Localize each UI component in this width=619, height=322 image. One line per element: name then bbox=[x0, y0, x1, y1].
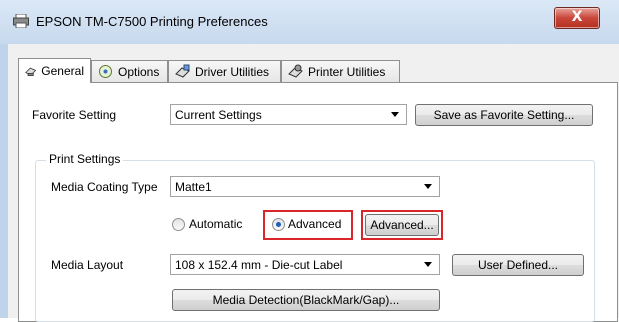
print-settings-title: Print Settings bbox=[46, 152, 124, 166]
advanced-radio-label: Advanced bbox=[288, 217, 342, 231]
tab-options-label: Options bbox=[118, 64, 160, 79]
chevron-down-icon bbox=[424, 184, 432, 189]
save-as-favorite-button[interactable]: Save as Favorite Setting... bbox=[415, 104, 593, 126]
tab-general-label: General bbox=[41, 64, 84, 78]
general-tab-icon bbox=[25, 67, 37, 76]
window-title: EPSON TM-C7500 Printing Preferences bbox=[36, 14, 268, 29]
close-button[interactable]: X bbox=[554, 7, 600, 29]
close-icon: X bbox=[571, 9, 583, 25]
media-layout-value: 108 x 152.4 mm - Die-cut Label bbox=[175, 258, 343, 272]
advanced-button[interactable]: Advanced... bbox=[365, 214, 439, 236]
media-coating-type-select[interactable]: Matte1 bbox=[170, 176, 440, 197]
driver-utilities-tab-icon bbox=[175, 64, 190, 78]
chevron-down-icon bbox=[391, 112, 399, 117]
printer-icon bbox=[13, 14, 29, 28]
tab-general[interactable]: General bbox=[18, 58, 91, 83]
media-layout-select[interactable]: 108 x 152.4 mm - Die-cut Label bbox=[170, 254, 440, 275]
chevron-down-icon bbox=[424, 262, 432, 267]
options-tab-icon bbox=[99, 65, 112, 78]
printer-utilities-tab-icon bbox=[288, 64, 303, 78]
favorite-setting-select[interactable]: Current Settings bbox=[170, 104, 407, 125]
favorite-setting-label-text: Favorite Setting bbox=[32, 108, 117, 122]
tab-printer-utilities-label: Printer Utilities bbox=[308, 64, 386, 79]
tab-driver-utilities[interactable]: Driver Utilities bbox=[168, 60, 281, 82]
favorite-setting-value: Current Settings bbox=[175, 108, 262, 122]
tab-printer-utilities[interactable]: Printer Utilities bbox=[281, 60, 400, 82]
title-bar: EPSON TM-C7500 Printing Preferences X bbox=[0, 0, 619, 44]
media-coating-type-value: Matte1 bbox=[175, 180, 212, 194]
automatic-radio-label: Automatic bbox=[189, 217, 243, 231]
tab-options[interactable]: Options bbox=[91, 60, 168, 82]
media-layout-label: Media Layout bbox=[51, 258, 124, 272]
user-defined-button[interactable]: User Defined... bbox=[452, 254, 584, 276]
advanced-radio[interactable] bbox=[272, 218, 285, 231]
automatic-radio[interactable] bbox=[172, 218, 185, 231]
media-detection-button[interactable]: Media Detection(BlackMark/Gap)... bbox=[172, 289, 440, 311]
printing-preferences-window: EPSON TM-C7500 Printing Preferences X Ge… bbox=[0, 0, 619, 322]
favorite-setting-label: Favorite Setting bbox=[32, 108, 116, 122]
media-coating-type-label: Media Coating Type bbox=[51, 180, 158, 194]
tab-driver-utilities-label: Driver Utilities bbox=[195, 64, 270, 79]
